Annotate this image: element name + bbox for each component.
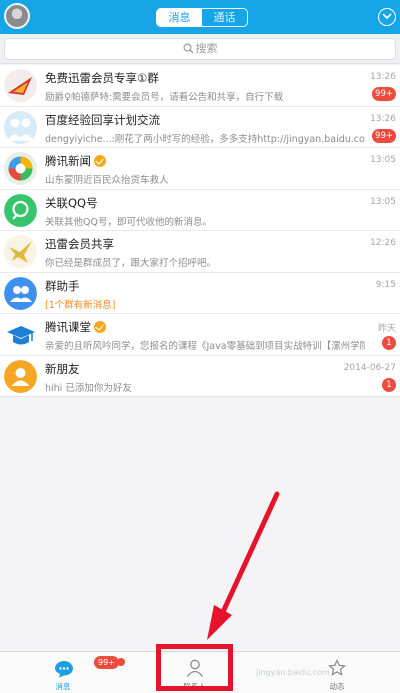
star-icon: [328, 659, 346, 676]
watermark: jingyan.baidu.com: [256, 668, 330, 677]
contacts-highlight-box: [156, 644, 233, 691]
notification-dot: [117, 658, 125, 666]
messages-unread-badge: 99+: [94, 656, 119, 669]
tab-dynamics-label: 动态: [329, 682, 345, 691]
annotation-arrow: [207, 491, 280, 640]
tab-messages-label: 消息: [55, 682, 71, 691]
chat-bubble-icon: [55, 661, 73, 678]
